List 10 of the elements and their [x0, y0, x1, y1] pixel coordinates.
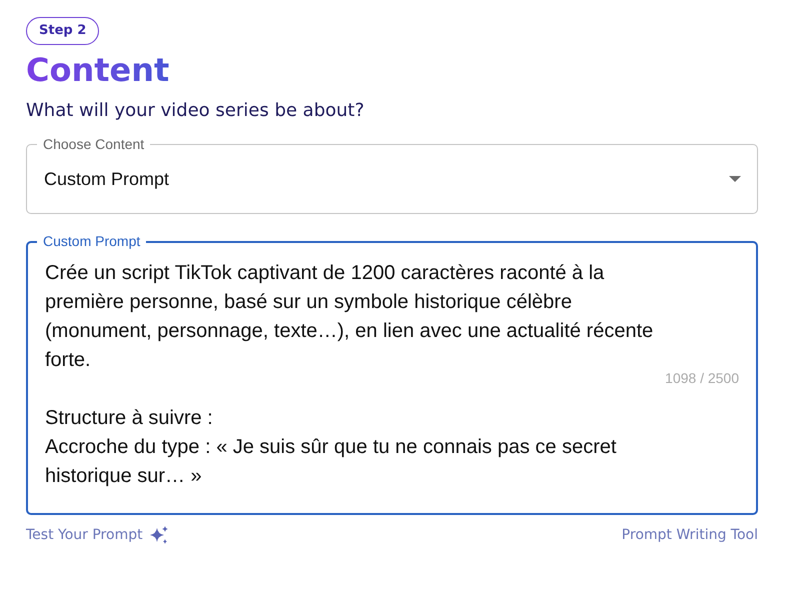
prompt-text: Crée un script TikTok captivant de 1200 caractères raconté à la première personne, basé sur un symbole historique célèbre (monument, personnage, texte…), en lien avec une actualité récente forte. Structure à suivre : Accroche du type : « Je suis sûr que tu ne connais pas ce secret historique sur… » [45, 260, 654, 488]
subtitle: What will your video series be about? [26, 98, 366, 122]
select-label: Choose Content [37, 136, 150, 152]
step-badge: Step 2 [26, 17, 100, 44]
link[interactable]: Test Your Prompt [26, 524, 169, 546]
select-value: Custom Prompt [44, 168, 170, 191]
link[interactable]: Prompt Writing Tool [622, 524, 758, 546]
sparkle-icon [148, 525, 169, 545]
dropdown-caret-icon [729, 176, 741, 182]
character-counter: 1098 / 2500 [665, 368, 739, 388]
